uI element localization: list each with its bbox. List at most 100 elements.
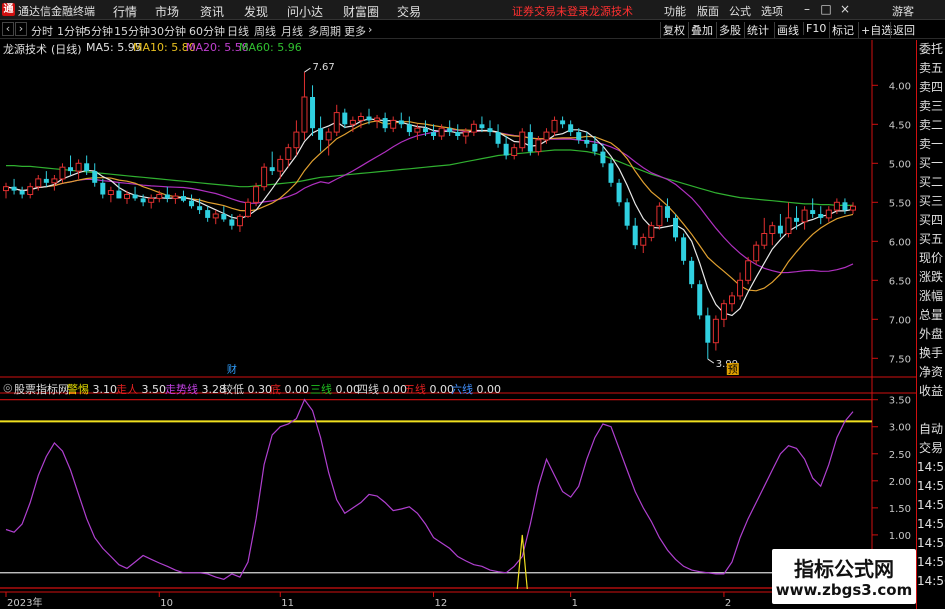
menu-functions[interactable]: 功能 — [664, 3, 686, 19]
candle-body — [212, 213, 219, 219]
candle-body — [357, 116, 364, 121]
side-panel-item[interactable]: 14:55 — [917, 477, 945, 496]
more-chevron-icon[interactable]: › — [368, 23, 372, 36]
user-label[interactable]: 游客 — [892, 3, 914, 19]
menu-quotes[interactable]: 行情 — [113, 3, 137, 20]
draw-line-button[interactable]: 画线 — [774, 22, 801, 38]
side-panel-item[interactable]: 卖三 — [917, 97, 945, 116]
candle-body — [728, 295, 736, 305]
period-multi[interactable]: 多周期 — [308, 23, 341, 39]
side-panel-item[interactable]: 买三 — [917, 192, 945, 211]
date-tick-label: 10 — [160, 598, 173, 609]
side-panel-item[interactable]: 买五 — [917, 230, 945, 249]
close-icon[interactable]: × — [838, 2, 852, 16]
side-panel-item[interactable] — [917, 401, 945, 420]
trade-status-banner[interactable]: 证券交易未登录 — [512, 3, 589, 19]
candle-body — [568, 124, 574, 133]
side-panel-item[interactable]: 净资 — [917, 363, 945, 382]
side-panel-item[interactable]: 委托 — [917, 40, 945, 59]
period-15min[interactable]: 15分钟 — [114, 23, 150, 39]
candle-body — [664, 206, 670, 218]
mark-button[interactable]: 标记 — [829, 22, 856, 38]
menu-ask[interactable]: 问小达 — [287, 3, 323, 20]
candle-body — [205, 210, 211, 218]
indicator-tick-label: 2.00 — [889, 477, 911, 488]
side-panel-item[interactable]: 收益 — [917, 382, 945, 401]
menu-options[interactable]: 选项 — [761, 3, 783, 19]
menu-trade[interactable]: 交易 — [397, 3, 421, 20]
side-panel-item[interactable]: 买一 — [917, 154, 945, 173]
side-panel-item[interactable]: 卖二 — [917, 116, 945, 135]
period-timeshare[interactable]: 分时 — [31, 23, 53, 39]
ma60-value: MA60: 5.96 — [239, 41, 302, 54]
side-panel-item[interactable]: 14:55 — [917, 496, 945, 515]
side-panel-item[interactable]: 交易 — [917, 439, 945, 458]
menu-market[interactable]: 市场 — [155, 3, 179, 20]
period-more[interactable]: 更多 — [344, 23, 366, 39]
indicator-label: 较低 — [222, 383, 244, 396]
candle-body — [43, 178, 49, 183]
forward-arrow-icon[interactable]: › — [15, 22, 27, 36]
indicator-label: 三线 — [310, 383, 332, 396]
candle-body — [19, 190, 25, 195]
side-panel-item[interactable]: 买四 — [917, 211, 945, 230]
indicator-tick-label: 3.50 — [889, 396, 911, 407]
candle-body — [785, 217, 792, 234]
kline-chart[interactable]: 7.50 7.00 6.50 6.00 5.50 5.00 4.50 4.00 3.50 3.0… — [0, 40, 916, 609]
candle-body — [825, 209, 832, 219]
menu-layout[interactable]: 版面 — [697, 3, 719, 19]
indicator-name[interactable]: 股票指标网 — [14, 381, 69, 397]
side-panel-item[interactable]: 涨幅 — [917, 287, 945, 306]
back-arrow-icon[interactable]: ‹ — [2, 22, 14, 36]
date-tick-label: 2 — [725, 598, 731, 609]
period-60min[interactable]: 60分钟 — [189, 23, 225, 39]
side-panel-item[interactable]: 卖四 — [917, 78, 945, 97]
period-daily[interactable]: 日线 — [227, 23, 249, 39]
side-panel-item[interactable]: 外盘 — [917, 325, 945, 344]
candle-body — [753, 244, 760, 262]
side-panel-item[interactable]: 卖五 — [917, 59, 945, 78]
candle-body — [84, 163, 90, 172]
side-panel-item[interactable]: 卖一 — [917, 135, 945, 154]
side-panel-item[interactable]: 换手 — [917, 344, 945, 363]
period-1min[interactable]: 1分钟 — [57, 23, 86, 39]
indicator-icon[interactable]: ◎ — [3, 381, 13, 394]
side-panel-item[interactable]: 14:56 — [917, 553, 945, 572]
period-5min[interactable]: 5分钟 — [84, 23, 113, 39]
candle-body — [431, 132, 437, 136]
menu-discover[interactable]: 发现 — [244, 3, 268, 20]
side-panel-item[interactable]: 买二 — [917, 173, 945, 192]
candle-body — [374, 117, 381, 121]
period-30min[interactable]: 30分钟 — [150, 23, 186, 39]
side-panel-item[interactable]: 涨跌 — [917, 268, 945, 287]
maximize-icon[interactable]: □ — [819, 2, 833, 16]
side-panel-item[interactable]: 14:55 — [917, 515, 945, 534]
side-panel-item[interactable]: 14:55 — [917, 534, 945, 553]
f10-button[interactable]: F10 — [803, 22, 828, 35]
side-panel-item[interactable]: 自动 — [917, 420, 945, 439]
candle-body — [164, 194, 170, 199]
price-axis: 7.50 7.00 6.50 6.00 5.50 5.00 4.50 4.00 — [872, 81, 911, 365]
add-favorite-button[interactable]: +自选 — [858, 22, 894, 38]
side-panel-item[interactable]: 总量 — [917, 306, 945, 325]
indicator-value: 3.50 — [138, 383, 166, 396]
overlay-button[interactable]: 叠加 — [688, 22, 715, 38]
date-tick-label: 11 — [281, 598, 294, 609]
menu-formula[interactable]: 公式 — [729, 3, 751, 19]
side-panel-item[interactable]: 14:56 — [917, 572, 945, 591]
period-monthly[interactable]: 月线 — [281, 23, 303, 39]
indicator-trend: 走势线 3.28 — [165, 381, 226, 397]
menu-news[interactable]: 资讯 — [200, 3, 224, 20]
period-weekly[interactable]: 周线 — [254, 23, 276, 39]
candle-body — [551, 119, 558, 133]
return-button[interactable]: 返回 — [890, 22, 917, 38]
price-tick-label: 5.50 — [889, 198, 911, 209]
multi-stock-button[interactable]: 多股 — [716, 22, 743, 38]
adjust-button[interactable]: 复权 — [660, 22, 687, 38]
candle-body — [543, 131, 550, 141]
side-panel-item[interactable]: 14:55 — [917, 458, 945, 477]
statistics-button[interactable]: 统计 — [744, 22, 771, 38]
side-panel-item[interactable]: 现价 — [917, 249, 945, 268]
minimize-icon[interactable]: – — [800, 2, 814, 16]
menu-wealth[interactable]: 财富圈 — [343, 3, 379, 20]
